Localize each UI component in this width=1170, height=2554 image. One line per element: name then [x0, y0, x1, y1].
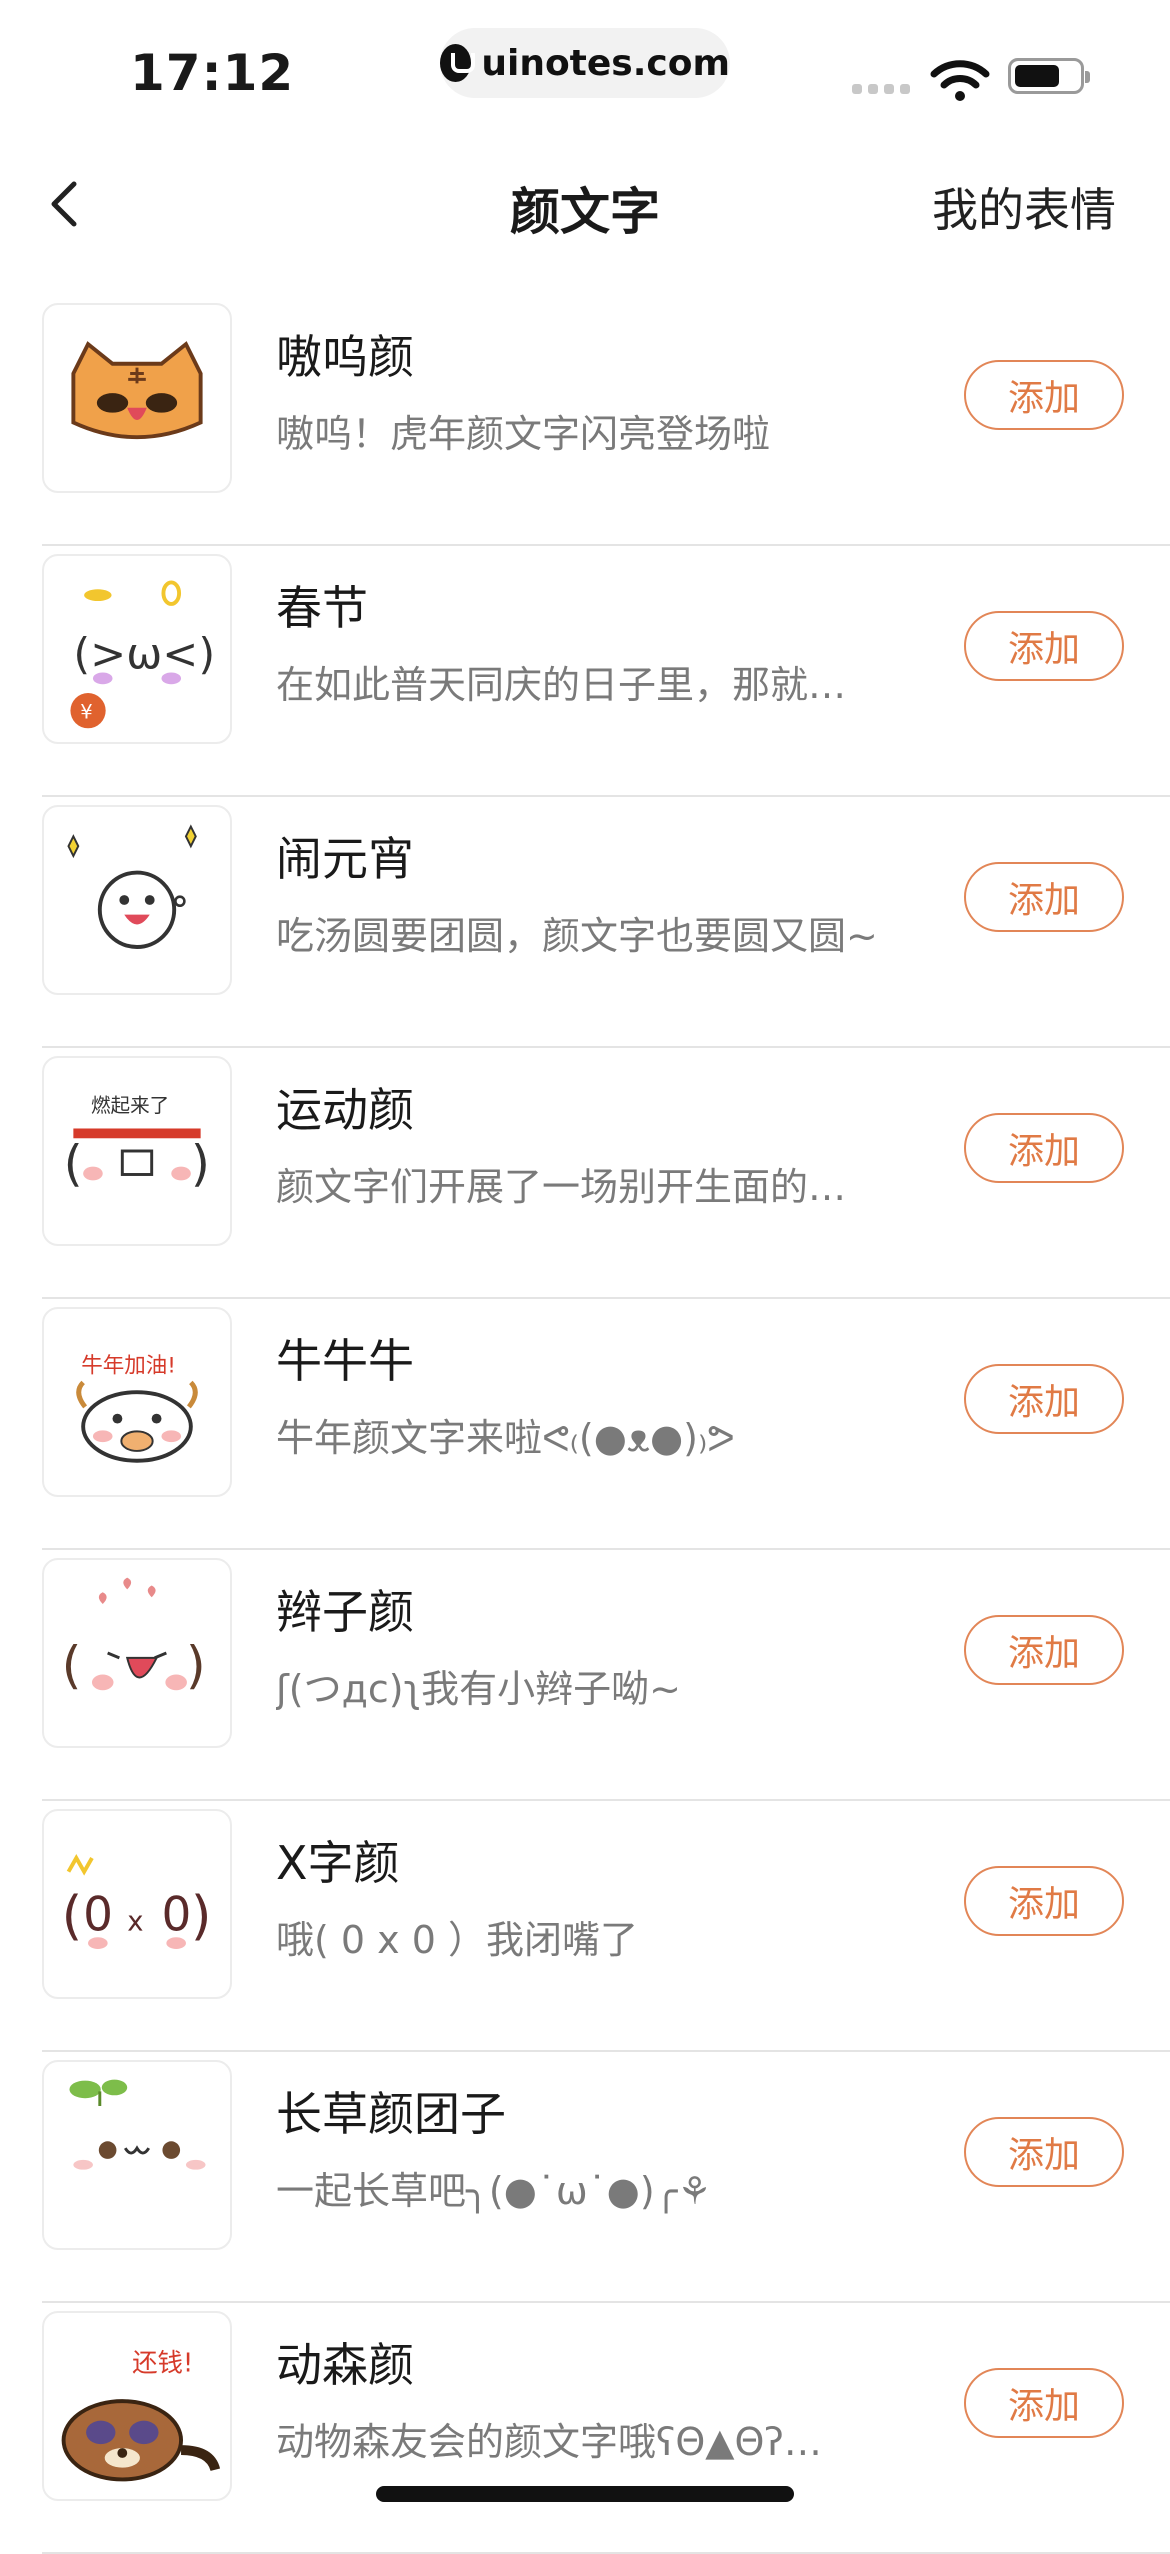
lantern-festival-face-icon: ᐤ: [42, 805, 232, 995]
site-logo-icon: [440, 44, 476, 82]
my-emoticons-link[interactable]: 我的表情: [932, 174, 1116, 240]
svg-text:x: x: [127, 1906, 143, 1937]
url-text: uinotes.com: [481, 42, 730, 84]
item-name: X字颜: [276, 1836, 400, 1890]
item-name: 动森颜: [276, 2338, 414, 2392]
list-item[interactable]: ( ) 0 x 0 X字颜 哦( 0 x 0 ）我闭嘴了 添加: [0, 1801, 1170, 2052]
status-time: 17:12: [130, 44, 295, 102]
svg-text:0: 0: [83, 1887, 113, 1942]
add-button[interactable]: 添加: [964, 862, 1124, 932]
svg-text:(: (: [64, 1135, 83, 1192]
list-item[interactable]: 还钱! 动森颜 动物森友会的颜文字哦ʕΘ▲Θʔ… 添加: [0, 2303, 1170, 2554]
item-description: ʃ(つдc)ʅ我有小辫子呦~: [276, 1667, 681, 1711]
svg-text:): ): [186, 1636, 206, 1695]
item-description: 一起长草吧╮(●˙ω˙●)╭⚘: [276, 2169, 712, 2213]
svg-text:): ): [191, 1885, 212, 1946]
add-button[interactable]: 添加: [964, 1113, 1124, 1183]
list-item[interactable]: (>ω<) ¥ 春节 在如此普天同庆的日子里，那就… 添加: [0, 546, 1170, 797]
url-pill[interactable]: uinotes.com: [440, 28, 730, 98]
item-name: 长草颜团子: [276, 2087, 506, 2141]
item-description: 吃汤圆要团圆，颜文字也要圆又圆~: [276, 914, 878, 958]
status-bar: 17:12 uinotes.com: [0, 0, 1170, 130]
list-item[interactable]: 牛年加油! 牛牛牛 牛年颜文字来啦ᕙ₍(●ᴥ●)₎ᕗ 添加: [0, 1299, 1170, 1550]
sport-caption: 燃起来了: [91, 1094, 169, 1117]
item-name: 牛牛牛: [276, 1334, 414, 1388]
wifi-icon: [930, 60, 990, 101]
add-button[interactable]: 添加: [964, 611, 1124, 681]
list-item[interactable]: 燃起来了 ( ) 运动颜 颜文字们开展了一场别开生面的… 添加: [0, 1048, 1170, 1299]
ox-face-icon: 牛年加油!: [42, 1307, 232, 1497]
raccoon-face-icon: 还钱!: [42, 2311, 232, 2501]
ox-caption: 牛年加油!: [81, 1354, 176, 1379]
x-mouth-face-icon: ( ) 0 x 0: [42, 1809, 232, 1999]
item-name: 辫子颜: [276, 1585, 414, 1639]
item-description: 牛年颜文字来啦ᕙ₍(●ᴥ●)₎ᕗ: [276, 1416, 735, 1460]
item-name: 闹元宵: [276, 832, 414, 886]
item-description: 嗷呜！虎年颜文字闪亮登场啦: [276, 412, 771, 456]
add-button[interactable]: 添加: [964, 360, 1124, 430]
sprout-face-icon: [42, 2060, 232, 2250]
add-button[interactable]: 添加: [964, 1364, 1124, 1434]
battery-icon: [1008, 58, 1090, 94]
svg-text:ᐤ: ᐤ: [171, 885, 188, 935]
braid-face-icon: ( ): [42, 1558, 232, 1748]
add-button[interactable]: 添加: [964, 1615, 1124, 1685]
list-item[interactable]: ( ) 辫子颜 ʃ(つдc)ʅ我有小辫子呦~ 添加: [0, 1550, 1170, 1801]
new-year-face-icon: (>ω<) ¥: [42, 554, 232, 744]
item-description: 动物森友会的颜文字哦ʕΘ▲Θʔ…: [276, 2420, 822, 2464]
tiger-face-icon: [42, 303, 232, 493]
add-button[interactable]: 添加: [964, 2368, 1124, 2438]
svg-text:¥: ¥: [80, 701, 92, 724]
item-name: 春节: [276, 581, 368, 635]
nav-bar: 颜文字 我的表情: [0, 150, 1170, 260]
item-description: 哦( 0 x 0 ）我闭嘴了: [276, 1918, 638, 1962]
item-name: 运动颜: [276, 1083, 414, 1137]
emoticon-pack-list: 嗷呜颜 嗷呜！虎年颜文字闪亮登场啦 添加 (>ω<) ¥ 春节 在如此普天同庆的…: [0, 295, 1170, 2554]
list-item[interactable]: 嗷呜颜 嗷呜！虎年颜文字闪亮登场啦 添加: [0, 295, 1170, 546]
cellular-signal-icon: [852, 84, 910, 94]
svg-text:(>ω<): (>ω<): [73, 630, 215, 680]
item-name: 嗷呜颜: [276, 330, 414, 384]
add-button[interactable]: 添加: [964, 2117, 1124, 2187]
item-description: 在如此普天同庆的日子里，那就…: [276, 663, 847, 707]
svg-text:(: (: [62, 1636, 82, 1695]
list-item[interactable]: ᐤ 闹元宵 吃汤圆要团圆，颜文字也要圆又圆~ 添加: [0, 797, 1170, 1048]
item-description: 颜文字们开展了一场别开生面的…: [276, 1165, 847, 1209]
svg-text:0: 0: [161, 1887, 191, 1942]
svg-text:(: (: [62, 1885, 83, 1946]
raccoon-caption: 还钱!: [132, 2349, 193, 2379]
add-button[interactable]: 添加: [964, 1866, 1124, 1936]
svg-text:): ): [191, 1135, 210, 1192]
sport-face-icon: 燃起来了 ( ): [42, 1056, 232, 1246]
list-item[interactable]: 长草颜团子 一起长草吧╮(●˙ω˙●)╭⚘ 添加: [0, 2052, 1170, 2303]
home-indicator: [376, 2486, 794, 2502]
